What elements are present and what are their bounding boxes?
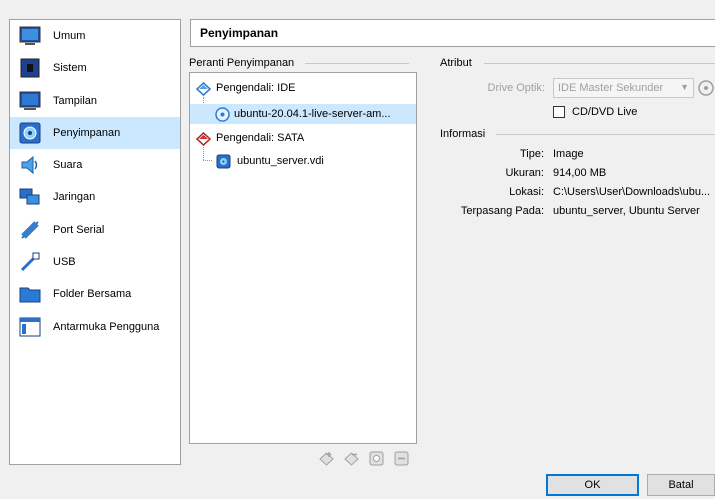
ok-button[interactable]: OK bbox=[546, 474, 639, 496]
info-label: Ukuran: bbox=[505, 167, 544, 179]
sidebar-item-label: Penyimpanan bbox=[53, 126, 121, 139]
general-icon bbox=[19, 26, 41, 45]
settings-sidebar: Umum Sistem Tampilan Penyimpanan Suara J… bbox=[9, 19, 181, 465]
info-value-size: 914,00 MB bbox=[553, 167, 607, 179]
optical-drive-select[interactable]: IDE Master Sekunder ▼ bbox=[553, 78, 694, 98]
tree-node-label: ubuntu_server.vdi bbox=[237, 155, 324, 167]
sidebar-item-jaringan[interactable]: Jaringan bbox=[10, 181, 180, 213]
tree-node-label: Pengendali: SATA bbox=[216, 132, 305, 144]
attributes-title: Atribut bbox=[440, 57, 476, 69]
sidebar-item-port-serial[interactable]: Port Serial bbox=[10, 214, 180, 246]
sidebar-item-label: USB bbox=[53, 256, 76, 269]
tree-node-optical-disk[interactable]: ubuntu-20.04.1-live-server-am... bbox=[190, 104, 416, 124]
info-label: Lokasi: bbox=[509, 186, 544, 198]
display-icon bbox=[19, 91, 41, 110]
add-controller-icon[interactable] bbox=[318, 450, 335, 467]
user-interface-icon bbox=[19, 317, 41, 337]
tree-node-label: Pengendali: IDE bbox=[216, 82, 296, 94]
remove-controller-icon[interactable] bbox=[343, 450, 360, 467]
tree-node-ide-controller[interactable]: Pengendali: IDE bbox=[194, 78, 414, 98]
sidebar-item-tampilan[interactable]: Tampilan bbox=[10, 85, 180, 117]
info-label: Tipe: bbox=[519, 148, 544, 160]
chevron-down-icon: ▼ bbox=[680, 82, 689, 92]
tree-node-label: ubuntu-20.04.1-live-server-am... bbox=[234, 108, 391, 120]
optical-disc-icon bbox=[215, 107, 230, 122]
info-value-type: Image bbox=[553, 148, 584, 160]
remove-attachment-icon[interactable] bbox=[393, 450, 410, 467]
storage-devices-title: Peranti Penyimpanan bbox=[189, 57, 299, 69]
sidebar-item-label: Tampilan bbox=[53, 94, 98, 107]
sidebar-item-label: Sistem bbox=[53, 62, 87, 75]
sidebar-item-label: Antarmuka Pengguna bbox=[53, 320, 160, 333]
info-value-attached-to: ubuntu_server, Ubuntu Server bbox=[553, 205, 700, 217]
network-icon bbox=[19, 188, 40, 205]
storage-tree[interactable]: Pengendali: IDE ubuntu-20.04.1-live-serv… bbox=[189, 72, 417, 444]
add-attachment-icon[interactable] bbox=[368, 450, 385, 467]
info-value-location: C:\Users\User\Downloads\ubu... bbox=[553, 186, 711, 198]
tree-node-sata-controller[interactable]: Pengendali: SATA bbox=[194, 128, 414, 148]
serial-port-icon bbox=[21, 221, 39, 239]
sidebar-item-umum[interactable]: Umum bbox=[10, 20, 180, 52]
audio-icon bbox=[21, 156, 38, 175]
usb-icon bbox=[20, 252, 40, 272]
sidebar-item-antarmuka-pengguna[interactable]: Antarmuka Pengguna bbox=[10, 311, 180, 343]
sidebar-item-label: Jaringan bbox=[53, 191, 96, 204]
live-cd-label[interactable]: CD/DVD Live bbox=[572, 106, 637, 118]
storage-icon bbox=[19, 122, 41, 144]
sidebar-item-label: Folder Bersama bbox=[53, 288, 132, 301]
system-icon bbox=[20, 58, 40, 78]
sata-controller-icon bbox=[196, 131, 211, 146]
group-divider bbox=[496, 134, 715, 135]
hard-disk-icon bbox=[216, 154, 231, 169]
optical-drive-value: IDE Master Sekunder bbox=[558, 82, 664, 94]
ide-controller-icon bbox=[196, 81, 211, 96]
information-title: Informasi bbox=[440, 128, 490, 140]
choose-disk-icon[interactable] bbox=[697, 79, 715, 97]
sidebar-item-sistem[interactable]: Sistem bbox=[10, 52, 180, 84]
sidebar-item-usb[interactable]: USB bbox=[10, 246, 180, 278]
sidebar-item-penyimpanan[interactable]: Penyimpanan bbox=[10, 116, 180, 150]
sidebar-item-label: Port Serial bbox=[53, 223, 105, 236]
optical-drive-label: Drive Optik: bbox=[487, 82, 545, 94]
group-divider bbox=[484, 63, 715, 64]
sidebar-item-suara[interactable]: Suara bbox=[10, 149, 180, 181]
page-header: Penyimpanan bbox=[190, 19, 715, 47]
live-cd-checkbox[interactable] bbox=[553, 106, 565, 118]
page-title: Penyimpanan bbox=[200, 26, 279, 40]
tree-node-hard-disk[interactable]: ubuntu_server.vdi bbox=[194, 151, 414, 171]
shared-folder-icon bbox=[19, 287, 41, 303]
sidebar-item-label: Suara bbox=[53, 159, 83, 172]
info-label: Terpasang Pada: bbox=[460, 205, 544, 217]
sidebar-item-folder-bersama[interactable]: Folder Bersama bbox=[10, 278, 180, 310]
sidebar-item-label: Umum bbox=[53, 30, 86, 42]
group-divider bbox=[305, 63, 409, 64]
cancel-button[interactable]: Batal bbox=[647, 474, 715, 496]
